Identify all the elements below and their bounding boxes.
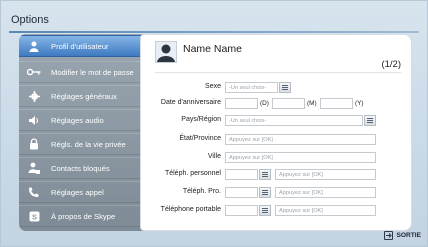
- phone-personal-label: Téléph. personnel: [164, 170, 221, 177]
- phone-mobile-country-code[interactable]: [225, 205, 258, 216]
- sidebar-item-about[interactable]: S À propos de Skype: [19, 205, 151, 227]
- phone-mobile-dropdown-button[interactable]: [259, 205, 271, 216]
- blocked-contact-icon: [27, 162, 41, 174]
- sidebar: Profil d'utilisateur Modifier le mot de …: [19, 34, 151, 231]
- sidebar-item-label: Réglages généraux: [51, 91, 117, 101]
- phone-personal-input[interactable]: Appuyez sur [OK]: [275, 169, 376, 180]
- exit-button[interactable]: SORTIE: [384, 231, 421, 240]
- birthday-label: Date d'anniversaire: [160, 99, 221, 106]
- phone-mobile-input[interactable]: Appuyez sur [OK]: [275, 205, 376, 216]
- sidebar-item-label: Profil d'utilisateur: [51, 41, 109, 51]
- user-icon: [27, 40, 41, 52]
- birthday-day-input[interactable]: [225, 98, 258, 109]
- sidebar-item-general[interactable]: Réglages généraux: [19, 85, 151, 107]
- list-icon: [262, 208, 268, 213]
- header-divider: [155, 72, 401, 73]
- window-title: Options: [11, 14, 49, 26]
- list-icon: [282, 85, 288, 90]
- sexe-select[interactable]: -Un seul choix-: [225, 82, 278, 93]
- sidebar-item-label: Régls. de la vie privée: [51, 139, 126, 149]
- sidebar-item-label: Réglages appel: [51, 187, 104, 197]
- sidebar-item-call[interactable]: Réglages appel: [19, 181, 151, 203]
- state-label: État/Province: [179, 135, 221, 142]
- country-dropdown-button[interactable]: [364, 115, 376, 126]
- sidebar-item-label: Modifier le mot de passe: [51, 67, 134, 77]
- birthday-year-input[interactable]: [320, 98, 353, 109]
- sidebar-item-password[interactable]: Modifier le mot de passe: [19, 61, 151, 83]
- year-unit-label: (Y): [355, 100, 364, 107]
- birthday-month-input[interactable]: [272, 98, 305, 109]
- sidebar-item-privacy[interactable]: Régls. de la vie privée: [19, 133, 151, 155]
- sexe-dropdown-button[interactable]: [279, 82, 291, 93]
- month-unit-label: (M): [307, 100, 317, 107]
- sidebar-item-audio[interactable]: Réglages audio: [19, 109, 151, 131]
- list-icon: [262, 190, 268, 195]
- profile-name: Name Name: [183, 43, 242, 55]
- city-label: Ville: [207, 153, 221, 160]
- country-select[interactable]: -Un seul choix-: [225, 115, 363, 126]
- city-input[interactable]: Appuyez sur [OK]: [225, 152, 376, 163]
- list-icon: [367, 118, 373, 123]
- avatar: [155, 41, 177, 63]
- phone-mobile-label: Téléphone portable: [160, 206, 221, 213]
- audio-icon: [27, 114, 41, 126]
- sexe-label: Sexe: [205, 83, 221, 90]
- lock-icon: [27, 138, 41, 150]
- exit-label: SORTIE: [396, 232, 421, 239]
- exit-icon: [384, 231, 394, 240]
- svg-text:S: S: [31, 212, 36, 221]
- phone-personal-country-code[interactable]: [225, 169, 258, 180]
- phone-personal-dropdown-button[interactable]: [259, 169, 271, 180]
- phone-pro-input[interactable]: Appuyez sur [OK]: [275, 187, 376, 198]
- sidebar-item-label: Contacts bloqués: [51, 163, 110, 173]
- list-icon: [262, 172, 268, 177]
- phone-pro-country-code[interactable]: [225, 187, 258, 198]
- sidebar-item-label: À propos de Skype: [51, 211, 116, 221]
- country-label: Pays/Région: [181, 116, 221, 123]
- phone-pro-dropdown-button[interactable]: [259, 187, 271, 198]
- sidebar-item-label: Réglages audio: [51, 115, 104, 125]
- key-icon: [27, 66, 41, 78]
- sidebar-item-blocked[interactable]: Contacts bloqués: [19, 157, 151, 179]
- options-window: Options Profil d'utilisateur Modifier le…: [0, 0, 428, 247]
- profile-panel: Name Name (1/2) Sexe -Un seul choix- Dat…: [140, 34, 412, 231]
- page-indicator: (1/2): [381, 59, 401, 70]
- day-unit-label: (D): [260, 100, 269, 107]
- phone-pro-label: Téléph. Pro.: [182, 188, 221, 195]
- state-input[interactable]: Appuyez sur [OK]: [225, 134, 376, 145]
- gear-icon: [27, 90, 41, 102]
- title-divider: [9, 31, 419, 33]
- skype-icon: S: [27, 210, 41, 222]
- phone-icon: [27, 186, 41, 198]
- sidebar-item-profil[interactable]: Profil d'utilisateur: [19, 35, 151, 57]
